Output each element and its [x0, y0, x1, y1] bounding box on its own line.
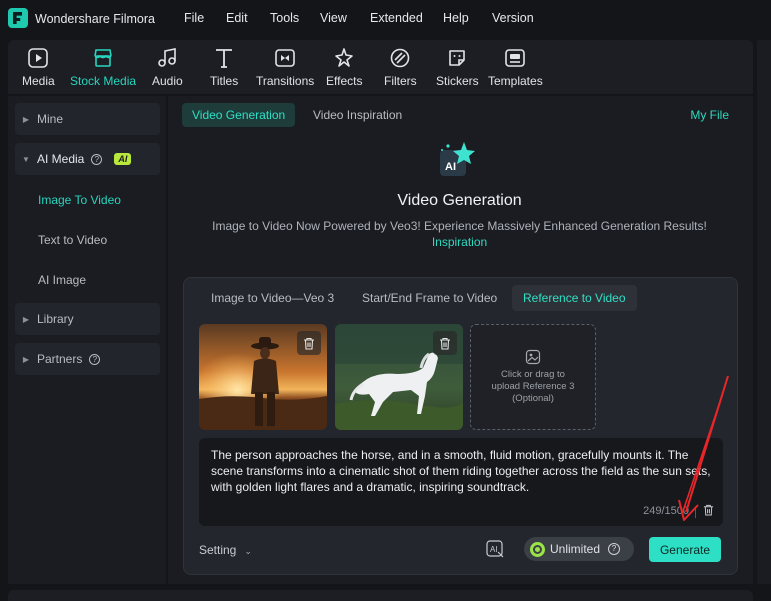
sidebar: ▶ Mine ▼ AI Media ? AI Image To Video Te… [8, 96, 166, 584]
tab-reference-to-video[interactable]: Reference to Video [512, 285, 637, 311]
credits-unlimited-badge[interactable]: Unlimited ? [524, 537, 634, 561]
tool-stock-media-label: Stock Media [70, 74, 137, 88]
tool-effects[interactable]: Effects [326, 46, 362, 88]
filmora-logo-icon [8, 8, 28, 28]
chevron-down-icon: ⌄ [244, 546, 252, 556]
tool-audio[interactable]: Audio [152, 46, 183, 88]
effects-icon [332, 46, 356, 70]
clear-prompt-button[interactable] [703, 504, 714, 520]
menu-file[interactable]: File [184, 11, 204, 25]
reference-image-1[interactable] [199, 324, 327, 430]
upload-reference-3-slot[interactable]: Click or drag to upload Reference 3 (Opt… [470, 324, 596, 430]
image-upload-icon [525, 349, 541, 365]
sidebar-item-ai-media[interactable]: ▼ AI Media ? AI [15, 143, 160, 175]
tab-image-to-video-veo3[interactable]: Image to Video—Veo 3 [200, 285, 345, 311]
caret-down-icon: ▼ [22, 154, 30, 164]
credits-icon [530, 541, 545, 557]
setting-dropdown[interactable]: Setting ⌄ [199, 543, 252, 557]
inspiration-link[interactable]: Inspiration [168, 235, 751, 249]
caret-right-icon: ▶ [22, 354, 30, 364]
menu-help[interactable]: Help [443, 11, 469, 25]
help-icon[interactable]: ? [608, 543, 621, 555]
delete-reference-1-button[interactable] [297, 331, 321, 355]
sidebar-sub-image-to-video[interactable]: Image To Video [38, 193, 121, 207]
trash-icon [304, 337, 314, 350]
tool-filters-label: Filters [384, 74, 417, 88]
tool-media-label: Media [22, 74, 55, 88]
top-toolbar: Media Stock Media Audio Titles Transitio… [8, 40, 753, 94]
reference-image-2[interactable] [335, 324, 463, 430]
tool-stock-media[interactable]: Stock Media [70, 46, 136, 88]
sidebar-sub-text-to-video[interactable]: Text to Video [38, 233, 107, 247]
timeline-panel-edge [8, 590, 753, 601]
hero-subtitle: Image to Video Now Powered by Veo3! Expe… [212, 219, 707, 233]
media-icon [26, 46, 50, 70]
sidebar-item-label: AI Media [37, 152, 85, 166]
prompt-textarea[interactable]: The person approaches the horse, and in … [199, 438, 723, 526]
svg-text:AI: AI [445, 161, 456, 173]
tool-titles[interactable]: Titles [210, 46, 238, 88]
my-file-link[interactable]: My File [690, 108, 729, 122]
character-counter: 249/1500 [643, 505, 689, 517]
setting-label: Setting [199, 543, 237, 557]
help-icon[interactable]: ? [89, 353, 101, 365]
caret-right-icon: ▶ [22, 314, 30, 324]
tool-effects-label: Effects [326, 74, 363, 88]
sidebar-item-label: Library [37, 312, 74, 326]
transitions-icon [273, 46, 297, 70]
trash-icon [703, 504, 714, 516]
sidebar-sub-ai-image[interactable]: AI Image [38, 273, 86, 287]
tool-transitions[interactable]: Transitions [256, 46, 314, 88]
help-icon[interactable]: ? [91, 153, 103, 165]
hero-title: Video Generation [397, 192, 522, 209]
trash-icon [440, 337, 450, 350]
prompt-text: The person approaches the horse, and in … [211, 448, 711, 494]
svg-text:AI: AI [490, 545, 498, 554]
stock-media-icon [91, 46, 115, 70]
upload-hint-line-3: (Optional) [512, 393, 554, 404]
stickers-icon [445, 46, 469, 70]
tool-stickers[interactable]: Stickers [436, 46, 479, 88]
caret-right-icon: ▶ [22, 114, 30, 124]
ai-video-sparkle-icon: AI [436, 140, 480, 180]
tool-titles-label: Titles [210, 74, 239, 88]
ai-badge: AI [114, 153, 132, 165]
titles-icon [212, 46, 236, 70]
tool-media[interactable]: Media [22, 46, 55, 88]
generation-card: Image to Video—Veo 3 Start/End Frame to … [183, 277, 738, 575]
filters-icon [388, 46, 412, 70]
ai-prompt-icon[interactable]: AI [485, 539, 505, 559]
menu-edit[interactable]: Edit [226, 11, 248, 25]
upload-hint-line-1: Click or drag to [501, 369, 565, 380]
tab-video-inspiration[interactable]: Video Inspiration [303, 103, 412, 127]
app-title: Wondershare Filmora [35, 12, 155, 26]
tool-audio-label: Audio [152, 74, 183, 88]
menu-view[interactable]: View [320, 11, 347, 25]
upload-hint-line-2: upload Reference 3 [491, 381, 575, 392]
sidebar-item-label: Mine [37, 112, 64, 126]
tool-filters[interactable]: Filters [384, 46, 417, 88]
sidebar-item-library[interactable]: ▶ Library [15, 303, 160, 335]
menu-tools[interactable]: Tools [270, 11, 299, 25]
tool-transitions-label: Transitions [256, 74, 315, 88]
tab-start-end-frame[interactable]: Start/End Frame to Video [351, 285, 508, 311]
sidebar-item-label: Partners [37, 352, 83, 366]
tab-video-generation[interactable]: Video Generation [182, 103, 296, 127]
sidebar-item-mine[interactable]: ▶ Mine [15, 103, 160, 135]
tool-templates[interactable]: Templates [488, 46, 543, 88]
video-generation-panel: Video Generation Video Inspiration My Fi… [168, 96, 753, 584]
tool-stickers-label: Stickers [436, 74, 479, 88]
audio-icon [155, 46, 179, 70]
sidebar-item-partners[interactable]: ▶ Partners ? [15, 343, 160, 375]
menu-version[interactable]: Version [492, 11, 534, 25]
menu-extended[interactable]: Extended [370, 11, 423, 25]
unlimited-label: Unlimited [550, 542, 601, 556]
tool-templates-label: Templates [488, 74, 543, 88]
generate-button[interactable]: Generate [649, 537, 721, 562]
delete-reference-2-button[interactable] [433, 331, 457, 355]
right-panel-edge [757, 40, 771, 584]
menu-bar: Wondershare Filmora File Edit Tools View… [0, 0, 771, 38]
counter-divider [695, 507, 696, 518]
templates-icon [503, 46, 527, 70]
